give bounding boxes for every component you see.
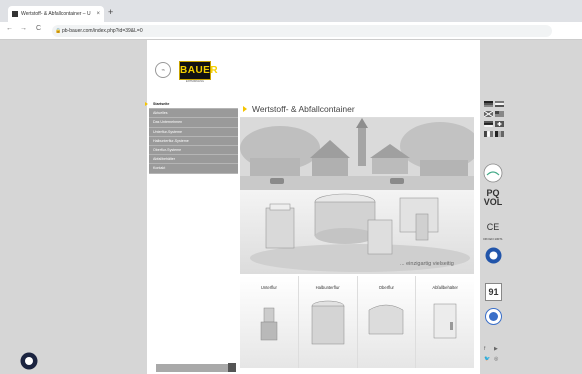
page-title: Wertstoff- & Abfallcontainer — [252, 104, 355, 114]
menu-item-startseite[interactable]: Startseite — [145, 100, 238, 110]
product-row: Unterflur Halbunterflur Oberflur Abfallb… — [240, 276, 474, 368]
ce-mark: CE — [486, 222, 500, 232]
flag-de-icon[interactable] — [484, 101, 493, 107]
bottom-search-button[interactable] — [228, 363, 236, 372]
product-name: Abfallbehälter — [432, 285, 458, 290]
lock-icon: 🔒 — [55, 28, 62, 34]
logo-subtitle: ENTSORGUNG — [186, 80, 204, 83]
left-background — [0, 40, 147, 374]
flag-fr-icon[interactable] — [484, 131, 493, 137]
oberflur-icon — [369, 304, 404, 335]
product-name: Oberflur — [378, 285, 394, 290]
title-marker-icon — [243, 106, 247, 112]
product-halbunterflur[interactable]: Halbunterflur — [298, 276, 357, 368]
twitter-icon[interactable]: 🐦 — [484, 356, 490, 362]
flag-us-icon[interactable] — [495, 111, 504, 117]
browser-tabbar: Wertstoff- & Abfallcontainer – U × + — [0, 0, 582, 22]
bottom-search-bar[interactable] — [156, 364, 236, 372]
town-photo — [240, 118, 474, 190]
flag-be-icon[interactable] — [495, 131, 504, 137]
browser-tab[interactable]: Wertstoff- & Abfallcontainer – U × — [8, 6, 104, 22]
address-url: pb-bauer.com/index.php?id=39&L=0 — [62, 28, 143, 34]
menu-item-oberflur[interactable]: Oberflur-Systeme — [149, 145, 238, 156]
address-bar[interactable]: 🔒 pb-bauer.com/index.php?id=39&L=0 — [52, 25, 552, 37]
tab-title: Wertstoff- & Abfallcontainer – U — [21, 11, 91, 17]
flag-nl-icon[interactable] — [495, 101, 504, 107]
favicon-icon — [12, 11, 18, 17]
bauer-logo[interactable]: BAUER — [179, 61, 218, 80]
menu-item-halbunterflur[interactable]: Halbunterflur-Systeme — [149, 136, 238, 146]
youtube-icon[interactable]: ▶ — [494, 346, 498, 352]
new-tab-button[interactable]: + — [108, 7, 113, 17]
abfallbehaelter-icon — [433, 303, 457, 339]
menu-item-unternehmen[interactable]: Das Unternehmen — [149, 118, 238, 128]
flag-ch-icon[interactable] — [495, 121, 504, 127]
browser-toolbar: ← → C 🔒 pb-bauer.com/index.php?id=39&L=0 — [0, 22, 582, 40]
product-name: Unterflur — [260, 285, 277, 290]
product-oberflur[interactable]: Oberflur — [357, 276, 416, 368]
anniversary-seal: 75 — [155, 62, 171, 78]
menu-item-kontakt[interactable]: Kontakt — [149, 164, 238, 174]
forward-button[interactable]: → — [20, 25, 27, 32]
ninety-one-badge[interactable]: 91 — [485, 283, 502, 301]
unterflur-icon — [260, 307, 278, 341]
tagline: ... einzigartig vielseitig — [400, 261, 454, 267]
back-button[interactable]: ← — [6, 25, 13, 32]
blue-angel-icon[interactable] — [485, 308, 502, 325]
flag-ee-icon[interactable] — [484, 121, 493, 127]
menu-item-unterflur[interactable]: Unterflur-Systeme — [149, 127, 238, 137]
tab-close-icon[interactable]: × — [96, 11, 100, 17]
logo-area: 75 BAUER ENTSORGUNG — [147, 48, 240, 100]
accessibility-icon[interactable] — [20, 352, 38, 370]
product-abfallbehaelter[interactable]: Abfallbehälter — [416, 276, 474, 368]
menu-item-aktuelles[interactable]: Aktuelles — [149, 109, 238, 119]
town-photo-drawing — [240, 118, 474, 190]
main-menu: Startseite Aktuelles Das Unternehmen Unt… — [145, 100, 238, 174]
reload-button[interactable]: C — [36, 25, 41, 32]
din-standard: DIN EN 13071 — [483, 237, 503, 241]
product-name: Halbunterflur — [315, 285, 340, 290]
menu-item-abfallbehaelter[interactable]: Abfallbehälter — [149, 155, 238, 165]
pqvol-badge[interactable]: PQ VOL — [480, 189, 506, 207]
blue-seal-icon[interactable] — [485, 247, 502, 264]
content-header: Wertstoff- & Abfallcontainer — [240, 100, 474, 118]
instagram-icon[interactable]: ◎ — [494, 356, 498, 362]
flag-gb-icon[interactable] — [484, 111, 493, 117]
certification-badge-icon[interactable] — [483, 163, 503, 183]
halbunterflur-icon — [311, 300, 344, 345]
facebook-icon[interactable]: f — [484, 346, 485, 352]
product-unterflur[interactable]: Unterflur — [240, 276, 298, 368]
